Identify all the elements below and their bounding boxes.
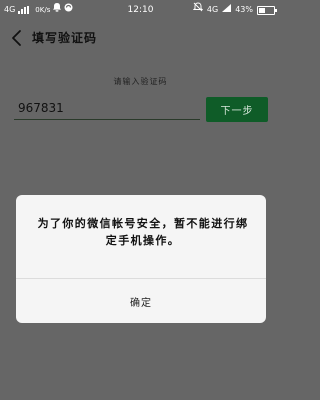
header: 填写验证码 — [0, 24, 281, 52]
battery-percent: 43% — [235, 5, 253, 14]
verification-hint: 请输入验证码 — [113, 77, 168, 86]
confirm-button[interactable]: 确定 — [16, 279, 266, 323]
battery-icon — [257, 5, 277, 15]
alert-dialog: 为了你的微信帐号安全，暂不能进行绑定手机操作。 确定 — [16, 195, 266, 323]
network-type-right: 4G — [206, 5, 219, 14]
status-bar: 4G 0K/s 12:10 4G 43% — [0, 0, 281, 20]
back-arrow-icon[interactable] — [8, 28, 28, 48]
mute-alarm-icon — [192, 0, 204, 20]
next-step-button[interactable]: 下一步 — [206, 97, 268, 122]
signal-icon — [222, 0, 232, 20]
dialog-message: 为了你的微信帐号安全，暂不能进行绑定手机操作。 — [37, 217, 249, 247]
verification-code-input[interactable] — [14, 96, 200, 120]
page-title: 填写验证码 — [32, 31, 98, 45]
status-right-group: 4G 43% — [192, 0, 277, 20]
